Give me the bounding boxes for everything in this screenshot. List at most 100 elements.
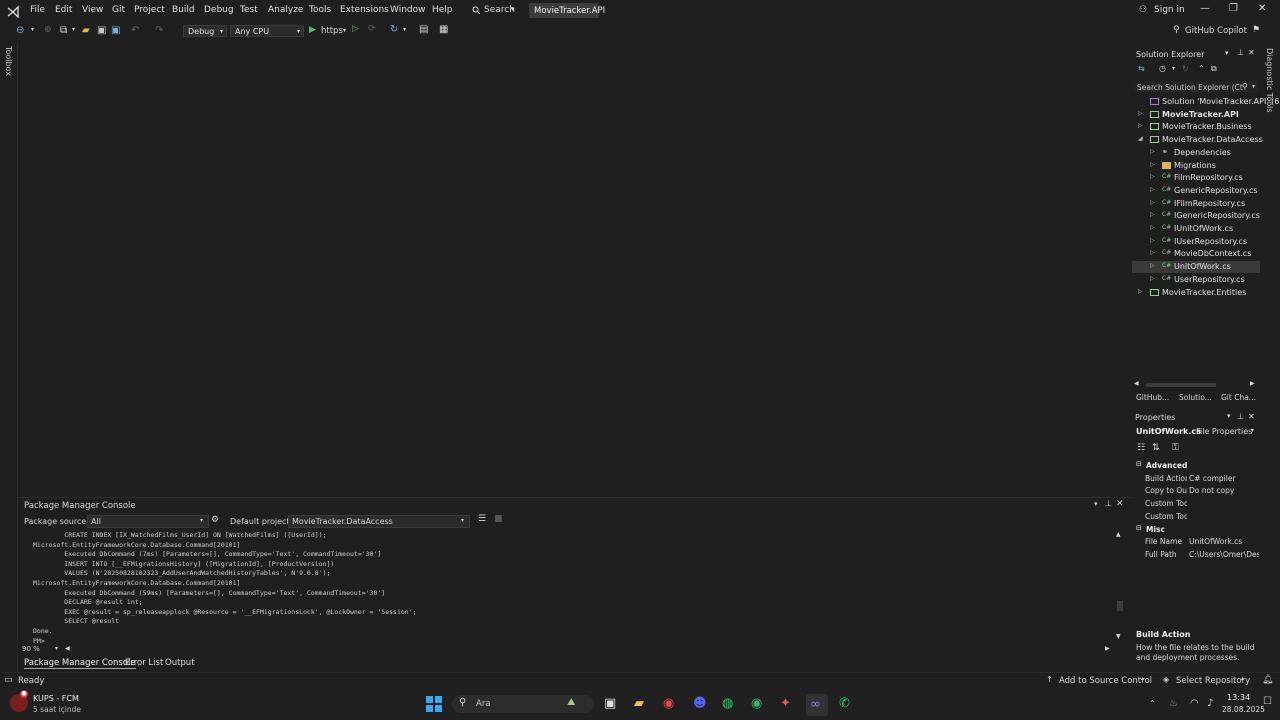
expand-icon[interactable]: ▷ <box>1150 224 1155 231</box>
save-all-icon[interactable]: ▣ <box>111 25 120 36</box>
collapse-all-icon[interactable]: ⌃ <box>1198 64 1205 73</box>
expand-icon[interactable]: ▷ <box>1138 288 1143 295</box>
open-folder-icon[interactable]: ▰ <box>82 25 90 36</box>
editor-area[interactable] <box>18 42 1131 497</box>
chevron-down-icon[interactable]: ▾ <box>55 645 58 652</box>
minimize-icon[interactable]: — <box>1200 3 1210 14</box>
close-icon[interactable]: ✕ <box>1248 412 1255 421</box>
chevron-down-icon[interactable]: ▾ <box>72 26 75 33</box>
notification-avatar[interactable]: ● <box>10 690 28 712</box>
pin-icon[interactable]: ⊥ <box>1237 48 1244 57</box>
notifications-icon[interactable]: 🔔︎ <box>1262 675 1273 685</box>
horizontal-scrollbar[interactable]: ◀ ▶ <box>1134 380 1258 389</box>
properties-object-selector[interactable]: UnitOfWork.cs File Properties ▾ <box>1134 426 1258 438</box>
scrollbar-thumb[interactable] <box>1117 601 1123 611</box>
visual-studio-logo-icon[interactable] <box>6 4 20 18</box>
start-without-debugging-icon[interactable]: ▷ <box>352 24 359 34</box>
expand-icon[interactable]: ▷ <box>1150 211 1155 218</box>
scroll-right-icon[interactable]: ▶ <box>1250 380 1255 387</box>
expand-icon[interactable]: ▷ <box>1150 148 1155 155</box>
search-menu-button[interactable]: Search ▾ <box>470 3 520 17</box>
chrome-icon[interactable]: ◉ <box>663 696 679 712</box>
console-output[interactable]: CREATE INDEX [IX_WatchedFilms_UserId] ON… <box>18 531 1113 646</box>
notification-title[interactable]: KUPS - FCM <box>33 694 79 703</box>
expand-icon[interactable]: ▷ <box>1150 199 1155 206</box>
configuration-dropdown[interactable]: Debug ▾ <box>183 25 227 37</box>
menu-help[interactable]: Help <box>432 5 453 15</box>
property-section-header[interactable]: ⊟ Advanced <box>1132 460 1260 472</box>
stop-icon[interactable]: ■ <box>494 514 503 524</box>
tab-github[interactable]: GitHub... <box>1136 393 1169 402</box>
menu-analyze[interactable]: Analyze <box>268 5 303 15</box>
start-debugging-button[interactable]: ▶ https ▾ <box>308 24 348 38</box>
tree-item[interactable]: ▷ ⚭ Dependencies <box>1132 147 1260 159</box>
expand-icon[interactable]: ▷ <box>1150 237 1155 244</box>
menu-build[interactable]: Build <box>172 5 195 15</box>
menu-extensions[interactable]: Extensions <box>340 5 389 15</box>
package-source-dropdown[interactable]: All ▾ <box>87 515 209 528</box>
undo-icon[interactable]: ↶ <box>131 25 139 36</box>
attach-icon[interactable]: ⟳ <box>368 24 376 34</box>
layout-icon[interactable]: ▦ <box>439 24 448 35</box>
property-row[interactable]: Custom Too <box>1132 498 1260 510</box>
clear-console-icon[interactable]: ☰ <box>478 514 486 524</box>
notification-center-icon[interactable]: ☐ <box>1263 696 1272 707</box>
tree-item[interactable]: ▷ MovieTracker.Business <box>1132 121 1260 133</box>
property-value[interactable]: C:\Users\Omer\Des <box>1189 550 1259 559</box>
chevron-down-icon[interactable]: ▾ <box>31 26 34 33</box>
browser-link-icon[interactable]: ▤ <box>419 24 428 35</box>
vertical-scrollbar[interactable]: ▲ ▼ <box>1116 531 1124 641</box>
copilot-button[interactable]: GitHub Copilot <box>1185 26 1247 36</box>
tab-git-changes[interactable]: Git Cha... <box>1221 393 1256 402</box>
menu-git[interactable]: Git <box>112 5 125 15</box>
tree-item[interactable]: ▷ Migrations <box>1132 160 1260 172</box>
property-row[interactable]: Custom Too <box>1132 511 1260 523</box>
file-explorer-icon[interactable]: ▰ <box>634 696 650 712</box>
save-icon[interactable]: ▣ <box>97 25 106 36</box>
show-all-files-icon[interactable]: ⧉ <box>1211 64 1217 74</box>
windows-start-icon[interactable] <box>426 696 442 712</box>
tree-item[interactable]: ◢ MovieTracker.DataAccess <box>1132 134 1263 146</box>
chevron-down-icon[interactable]: ▾ <box>1225 49 1229 57</box>
tree-item[interactable]: ▷ C# IFilmRepository.cs <box>1132 198 1260 210</box>
tree-item[interactable]: ▷ C# MovieDbContext.cs <box>1132 248 1260 260</box>
history-icon[interactable]: ◷ <box>1159 64 1166 73</box>
close-icon[interactable]: ✕ <box>1258 3 1266 14</box>
new-item-icon[interactable]: ⧉ <box>60 25 67 36</box>
add-source-control-button[interactable]: Add to Source Control <box>1059 676 1152 686</box>
expand-icon[interactable]: ▷ <box>1150 262 1155 269</box>
categorized-icon[interactable]: ☷ <box>1137 443 1145 453</box>
menu-project[interactable]: Project <box>134 5 165 15</box>
tree-item[interactable]: ▷ C# FilmRepository.cs <box>1132 172 1260 184</box>
property-row[interactable]: File Name UnitOfWork.cs <box>1132 536 1260 548</box>
property-value[interactable]: UnitOfWork.cs <box>1189 537 1259 546</box>
sign-in-link[interactable]: Sign in <box>1154 5 1185 15</box>
chevron-down-icon[interactable]: ▾ <box>1094 500 1098 508</box>
taskbar-search-box[interactable]: ⚲ Ara ⛰ <box>452 695 594 713</box>
chevron-down-icon[interactable]: ▾ <box>1227 412 1231 420</box>
expand-icon[interactable]: ▷ <box>1138 110 1143 117</box>
menu-test[interactable]: Test <box>240 5 258 15</box>
property-value[interactable]: Do not copy <box>1189 486 1259 495</box>
tray-app-icon[interactable]: ♨ <box>1169 698 1178 709</box>
default-project-dropdown[interactable]: MovieTracker.DataAccess ▾ <box>288 515 470 528</box>
tab-error-list[interactable]: Error List <box>125 658 163 668</box>
solution-search-box[interactable]: Search Solution Explorer (Ct ⚲ ▾ <box>1134 81 1258 93</box>
sync-icon[interactable]: ⇆ <box>1138 64 1145 73</box>
restore-icon[interactable]: ❐ <box>1229 3 1238 14</box>
redo-icon[interactable]: ↷ <box>155 25 163 36</box>
navigate-forward-icon[interactable]: ⊕ <box>44 25 52 35</box>
menu-edit[interactable]: Edit <box>55 5 72 15</box>
zoom-level[interactable]: 90 % <box>22 645 40 653</box>
expand-icon[interactable]: ▷ <box>1150 161 1155 168</box>
clock-date[interactable]: 28.08.2025 <box>1222 705 1265 714</box>
menu-tools[interactable]: Tools <box>309 5 331 15</box>
tree-item[interactable]: ▷ C# IUnitOfWork.cs <box>1132 223 1260 235</box>
property-row[interactable]: Copy to Ou Do not copy <box>1132 485 1260 497</box>
scroll-down-icon[interactable]: ▼ <box>1116 633 1121 640</box>
property-row[interactable]: Build Action C# compiler <box>1132 473 1260 485</box>
chevron-up-icon[interactable]: ⌃ <box>1149 699 1156 708</box>
property-pages-icon[interactable]: ⚿ <box>1172 443 1179 453</box>
app-icon[interactable]: ✦ <box>780 696 796 712</box>
visual-studio-taskbar-button[interactable]: ∞ <box>806 694 828 716</box>
